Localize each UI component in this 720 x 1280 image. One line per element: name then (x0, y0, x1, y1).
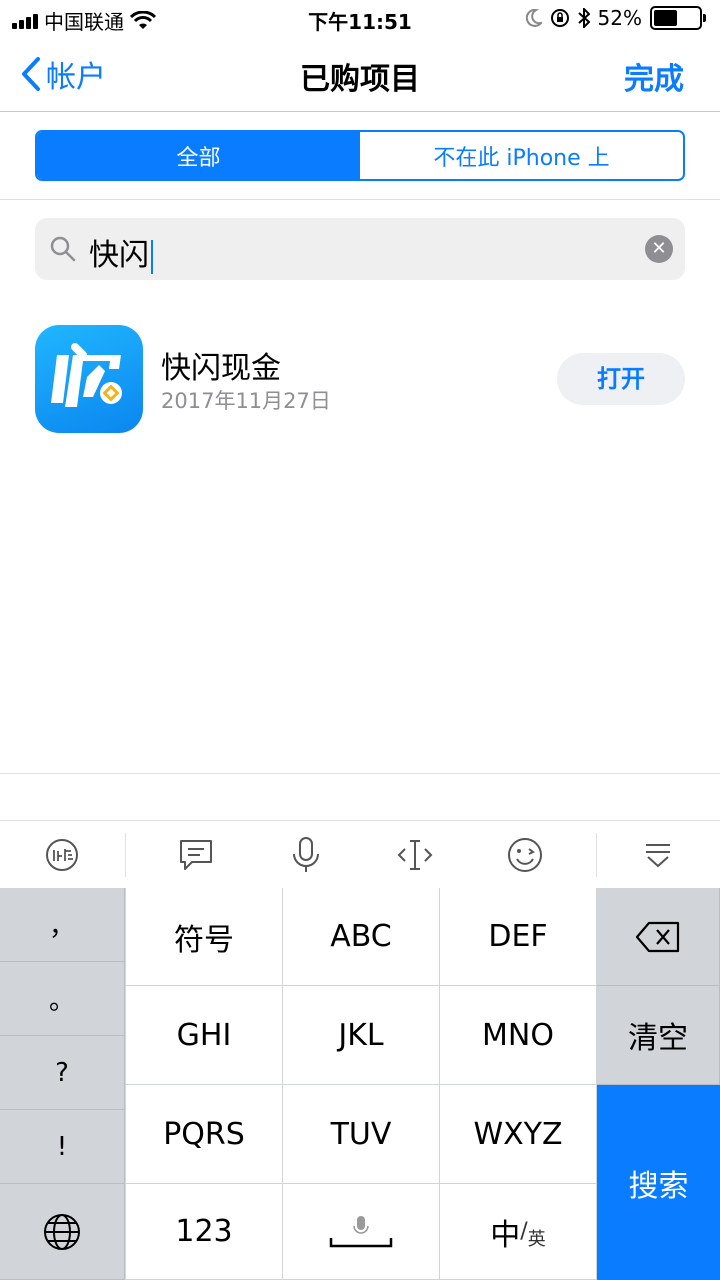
segmented-control: 全部 不在此 iPhone 上 (35, 130, 685, 181)
key-ghi[interactable]: GHI (126, 986, 283, 1085)
lang-slash: / (520, 1219, 528, 1244)
space-mic-icon (329, 1215, 393, 1247)
app-logo-icon (51, 343, 122, 407)
keyboard: ， 。 ? ! 符号 ABC DEF GHI JKL MNO 清空 PQRS T… (0, 888, 720, 1280)
list-item[interactable]: 快闪现金 2017年11月27日 打开 (35, 325, 685, 433)
key-comma[interactable]: ， (0, 888, 125, 962)
navigation-bar: 帐户 已购项目 完成 (0, 36, 720, 112)
key-exclamation[interactable]: ! (0, 1110, 125, 1184)
key-wxyz[interactable]: WXYZ (440, 1085, 597, 1184)
battery-percent: 52% (597, 6, 642, 30)
cursor-move-icon (397, 840, 433, 870)
backspace-icon (635, 921, 680, 952)
segment-not-on-iphone[interactable]: 不在此 iPhone 上 (360, 132, 683, 179)
bluetooth-icon (577, 8, 590, 28)
emoji-button[interactable] (485, 821, 565, 889)
moon-icon (525, 9, 542, 27)
app-icon[interactable] (35, 325, 143, 433)
microphone-button[interactable] (266, 821, 346, 889)
battery-icon (650, 6, 706, 30)
hide-keyboard-button[interactable] (618, 821, 698, 889)
status-bar: 中国联通 下午11:51 52% (0, 0, 720, 36)
key-question[interactable]: ? (0, 1036, 125, 1110)
microphone-icon (293, 837, 319, 872)
battery-fill (654, 10, 677, 26)
lang-sub-label: 英 (527, 1228, 546, 1250)
app-date: 2017年11月27日 (161, 389, 331, 413)
key-jkl[interactable]: JKL (283, 986, 440, 1085)
text-caret (151, 239, 153, 274)
ime-logo-button[interactable] (22, 821, 102, 889)
search-value: 快闪 (89, 238, 149, 273)
key-abc[interactable]: ABC (283, 888, 440, 986)
key-def[interactable]: DEF (440, 888, 597, 986)
divider (0, 773, 720, 774)
message-button[interactable] (156, 821, 236, 889)
key-mno[interactable]: MNO (440, 986, 597, 1085)
search-input[interactable]: 快闪 (89, 230, 153, 274)
segment-all[interactable]: 全部 (37, 132, 360, 179)
backspace-button[interactable] (597, 888, 720, 986)
toolbar-divider (125, 833, 126, 877)
space-button[interactable] (283, 1184, 440, 1280)
key-pqrs[interactable]: PQRS (126, 1085, 283, 1184)
key-123[interactable]: 123 (126, 1184, 283, 1280)
cursor-move-button[interactable] (375, 821, 455, 889)
key-tuv[interactable]: TUV (283, 1085, 440, 1184)
lang-switch-button[interactable]: 中 / 英 (440, 1184, 597, 1280)
status-right: 52% (525, 6, 706, 30)
globe-button[interactable] (0, 1184, 125, 1280)
key-symbols[interactable]: 符号 (126, 888, 283, 986)
close-icon: ✕ (651, 238, 667, 259)
keyboard-toolbar (0, 820, 720, 888)
clear-button[interactable]: 清空 (597, 986, 720, 1085)
page-title: 已购项目 (300, 62, 420, 97)
lang-main-label: 中 (490, 1217, 521, 1253)
hide-keyboard-icon (646, 844, 670, 868)
search-field[interactable]: 快闪 ✕ (35, 218, 685, 280)
message-icon (180, 840, 212, 870)
emoji-icon (508, 838, 542, 872)
open-button[interactable]: 打开 (557, 353, 685, 405)
search-button[interactable]: 搜索 (597, 1085, 720, 1280)
key-period[interactable]: 。 (0, 962, 125, 1036)
divider (0, 199, 720, 200)
clear-search-button[interactable]: ✕ (645, 235, 673, 263)
app-name: 快闪现金 (161, 351, 281, 386)
rotation-lock-icon (550, 9, 569, 27)
ime-logo-icon (46, 839, 78, 871)
search-icon (50, 236, 76, 262)
done-button[interactable]: 完成 (624, 54, 684, 98)
globe-icon (44, 1213, 80, 1250)
toolbar-divider (596, 833, 597, 877)
